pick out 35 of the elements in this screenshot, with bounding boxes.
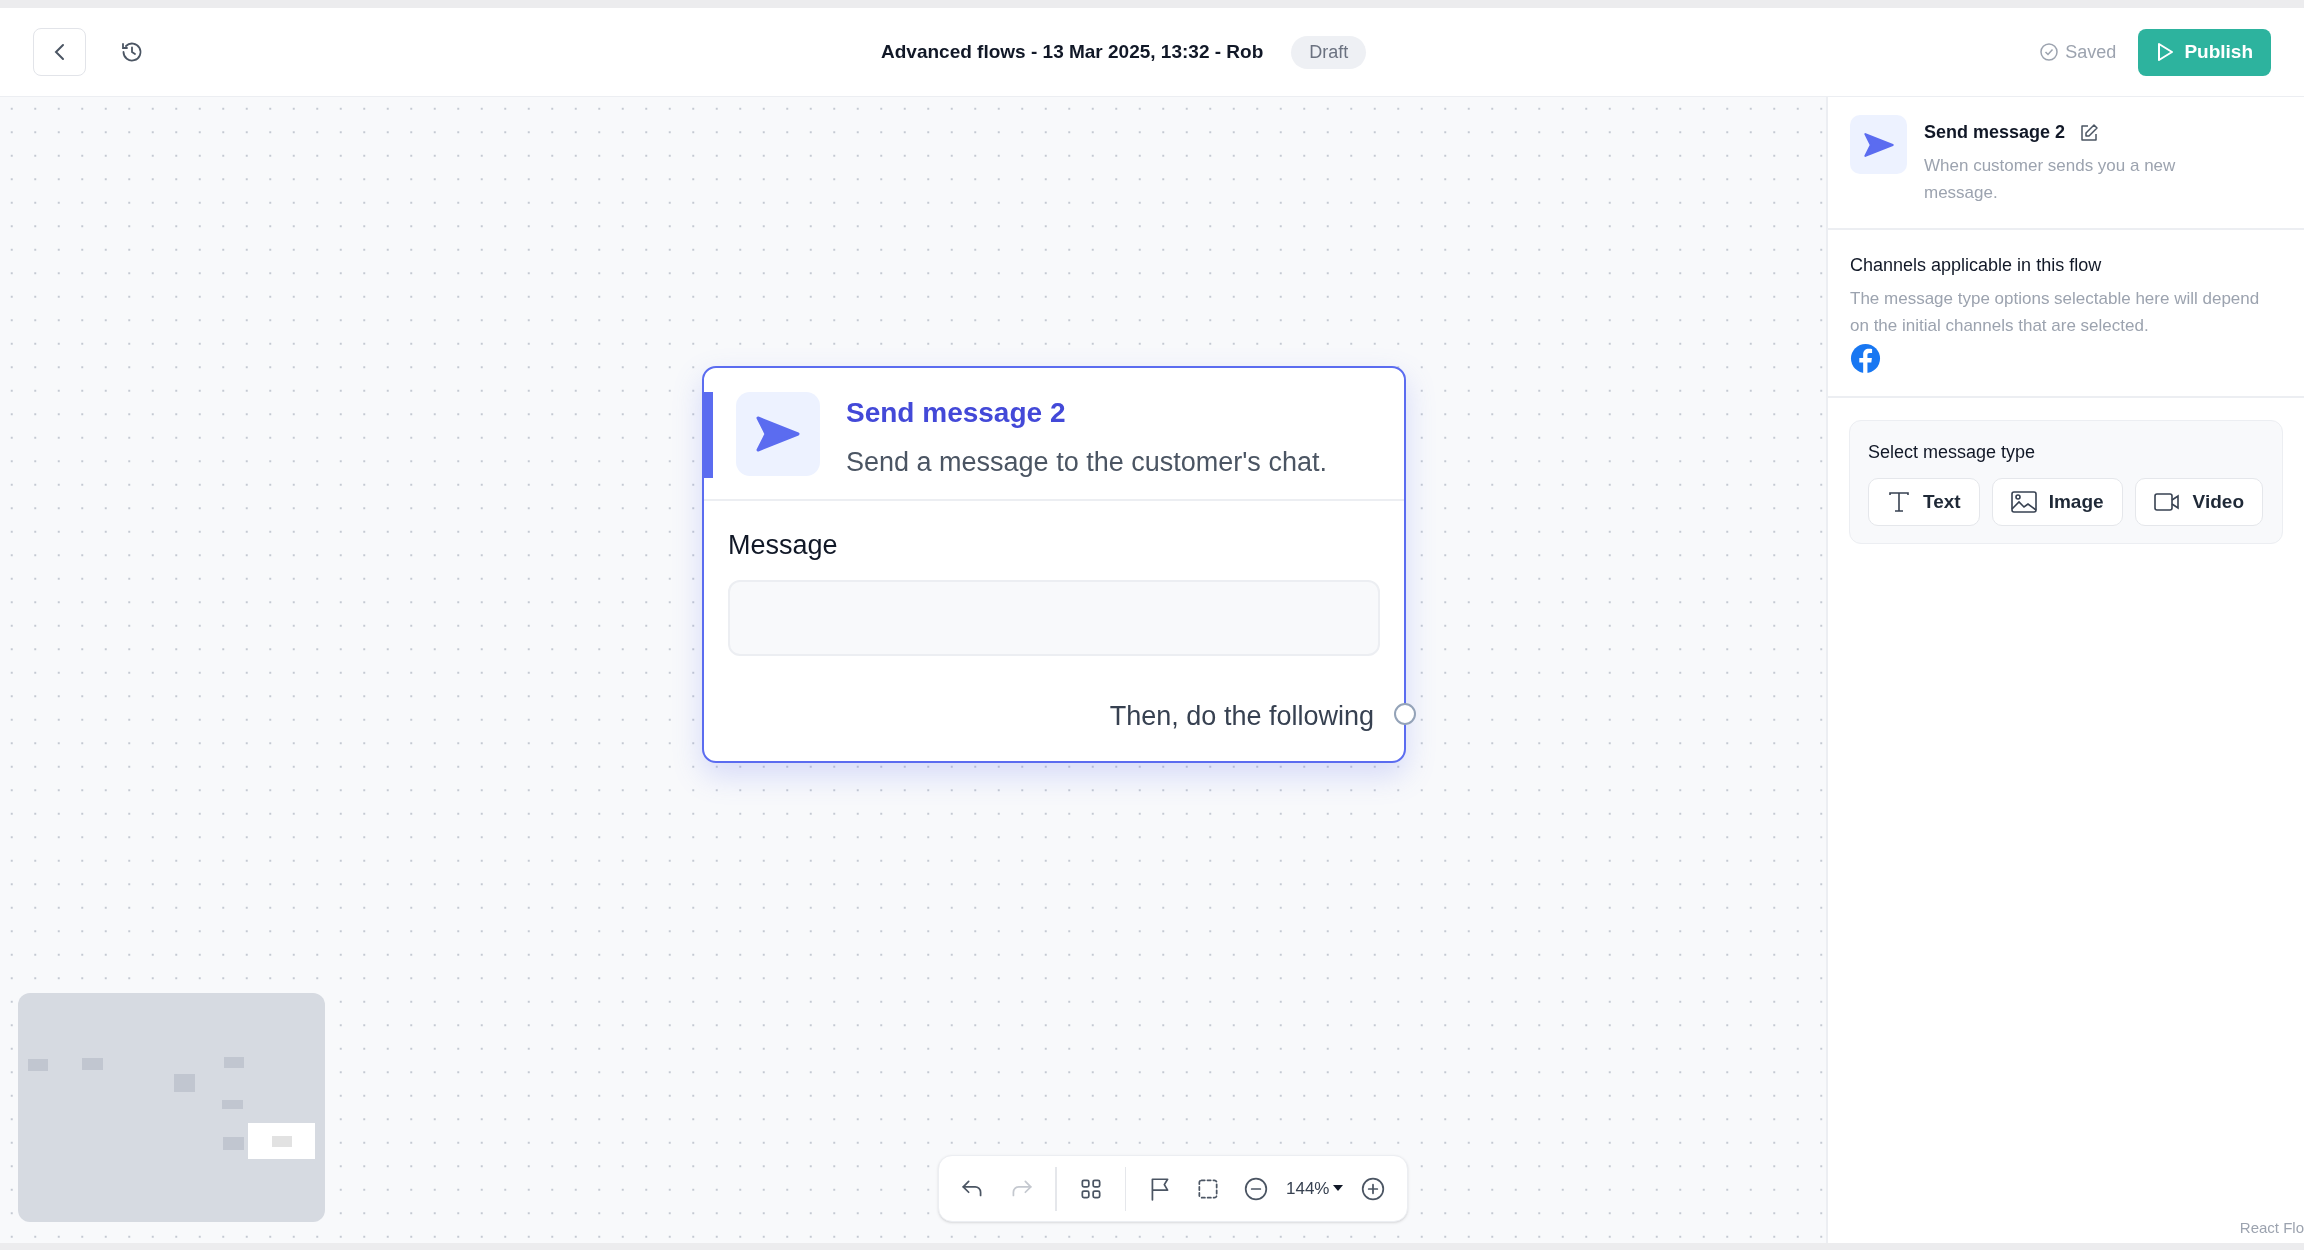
status-badge: Draft (1291, 35, 1367, 69)
zoom-out-icon (1243, 1175, 1269, 1202)
image-icon (2010, 491, 2037, 513)
minimap-node (271, 1135, 292, 1147)
output-handle[interactable] (1394, 703, 1416, 725)
history-icon (120, 40, 144, 64)
message-type-button[interactable]: Text (1868, 478, 1980, 526)
panel-title: Send message 2 (1924, 121, 2066, 144)
zoom-level-dropdown[interactable]: 144% (1284, 1175, 1346, 1202)
message-type-title: Select message type (1868, 441, 2037, 464)
text-icon (1887, 490, 1911, 514)
facebook-icon (1850, 343, 1881, 374)
send-icon (756, 415, 800, 453)
zoom-in-icon (1360, 1175, 1387, 1202)
channels-title: Channels applicable in this flow (1850, 254, 2103, 277)
edit-icon (2079, 122, 2100, 143)
play-icon (2156, 42, 2175, 62)
edit-button[interactable] (2079, 122, 2100, 143)
message-type-button[interactable]: Video (2134, 478, 2263, 526)
flow-node[interactable]: Send message 2 Send a message to the customer's chat. Message Then, do the following (702, 366, 1406, 763)
caret-icon (1333, 1185, 1344, 1192)
channels-description: The message type options selectable here will depend on the initial channels that are selected. (1850, 288, 2261, 337)
field-label: Message (728, 529, 839, 562)
panel-description: When customer sends you a new message. (1924, 155, 2177, 204)
send-icon (1863, 131, 1894, 158)
chevron-left-icon (52, 42, 67, 62)
node-title: Send message 2 (846, 396, 1067, 430)
check-circle-icon (2039, 42, 2060, 62)
node-subtitle: Send a message to the customer's chat. (846, 446, 1327, 479)
flow-canvas[interactable]: Send message 2 Send a message to the customer's chat. Message Then, do the following 144% (0, 97, 1826, 1243)
video-icon (2153, 492, 2181, 512)
message-type-button[interactable]: Image (1991, 478, 2123, 526)
saved-status: Saved (2065, 40, 2117, 64)
flow-title: Advanced flows - 13 Mar 2025, 13:32 - Rob (881, 39, 1264, 64)
output-label: Then, do the following (1109, 699, 1374, 733)
